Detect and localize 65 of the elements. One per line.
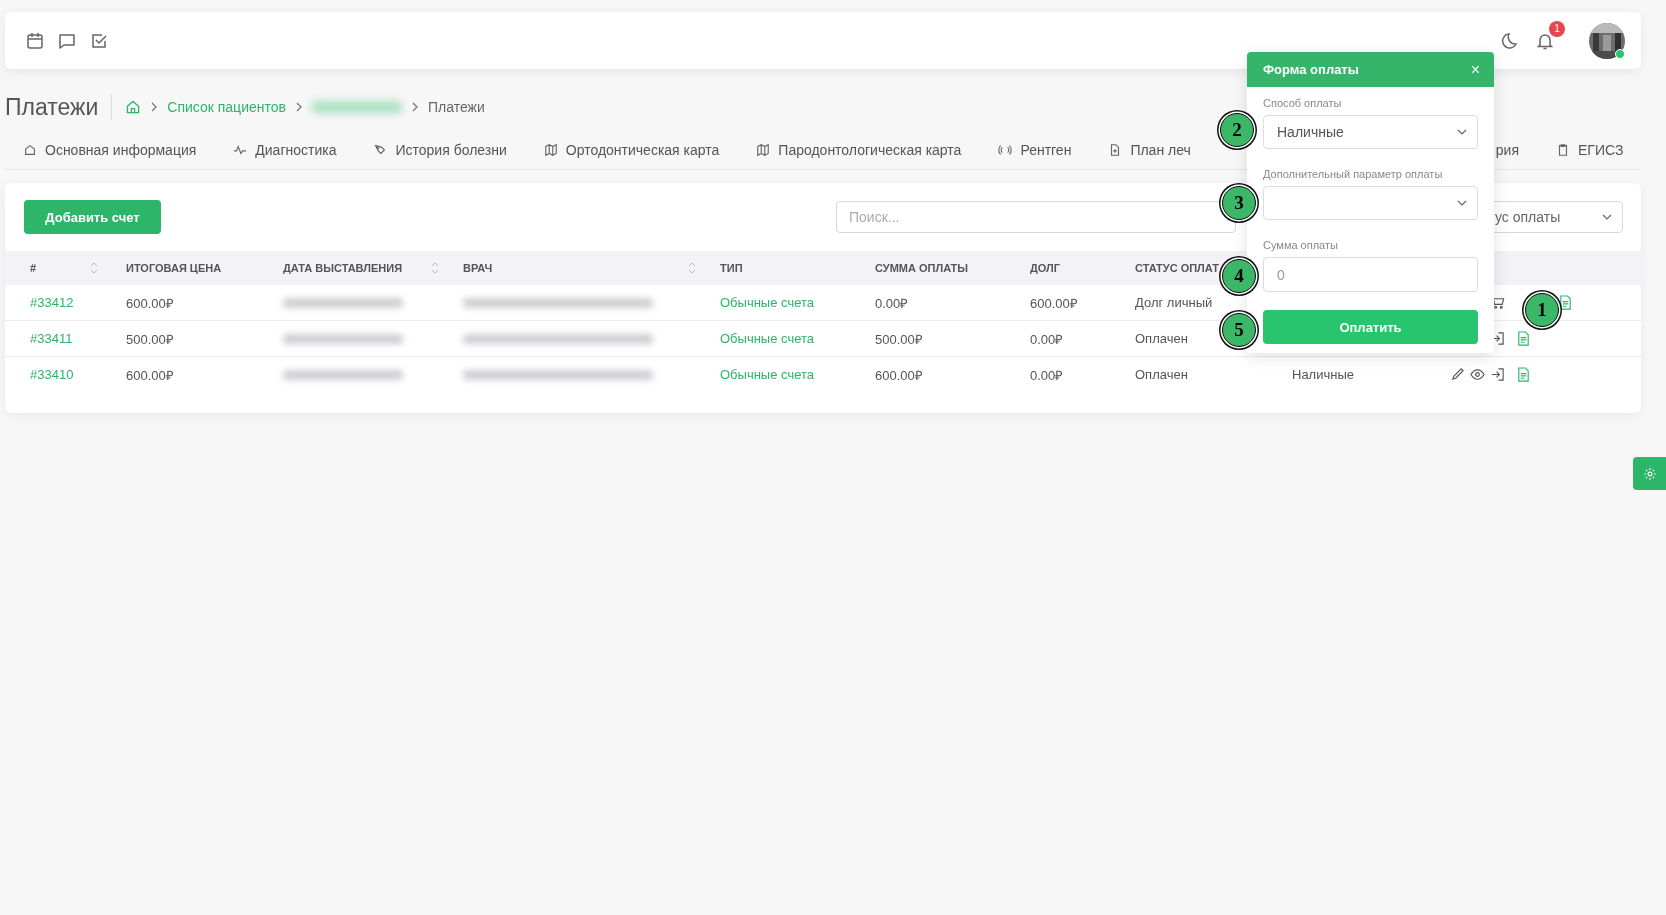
- field-label: Дополнительный параметр оплаты: [1263, 168, 1444, 180]
- tab[interactable]: Пародонтологическая карта: [756, 142, 962, 158]
- column-header: ДАТА ВЫСТАВЛЕНИЯ: [283, 262, 403, 274]
- login-icon[interactable]: [1490, 367, 1505, 382]
- search-field[interactable]: Поиск...: [836, 201, 1236, 233]
- field-label: Сумма оплаты: [1263, 239, 1339, 251]
- page-title: Платежи: [5, 93, 99, 121]
- column-header: ВРАЧ: [463, 262, 493, 274]
- table-cell: 600.00₽: [126, 295, 174, 311]
- payment-method-select[interactable]: Наличные: [1263, 115, 1478, 149]
- table-cell: 600.00₽: [1030, 295, 1078, 311]
- table-cell: 0.00₽: [1030, 367, 1064, 383]
- home-icon: [23, 143, 37, 157]
- tab[interactable]: История болезни: [373, 142, 507, 158]
- column-header: ДОЛГ: [1030, 262, 1061, 274]
- column-header: #: [30, 262, 37, 274]
- signal-icon: [998, 143, 1013, 157]
- calendar-icon[interactable]: [25, 30, 45, 51]
- column-header: ТИП: [720, 262, 743, 274]
- tab[interactable]: Диагностика: [233, 142, 337, 158]
- chevron-icon: [410, 102, 419, 112]
- chevron-down-icon: [1457, 200, 1467, 206]
- table-cell: 0.00₽: [875, 295, 909, 311]
- map-icon: [756, 143, 771, 157]
- column-header: ИТОГОВАЯ ЦЕНА: [126, 262, 222, 274]
- column-header: СТАТУС ОПЛАТ: [1135, 262, 1219, 274]
- column-header: СУММА ОПЛАТЫ: [875, 262, 969, 274]
- chevron-icon: [294, 102, 303, 112]
- callout-marker: 4: [1222, 259, 1256, 293]
- callout-marker: 1: [1525, 293, 1559, 327]
- chevron-icon: [150, 102, 159, 112]
- tab[interactable]: План леч: [1108, 142, 1191, 158]
- table-cell: 500.00₽: [126, 331, 174, 347]
- chevron-down-icon: [1602, 214, 1612, 220]
- settings-icon: [1642, 466, 1657, 481]
- table-cell: Оплачен: [1135, 367, 1188, 382]
- clipboard-icon: [1556, 143, 1570, 157]
- table-cell: 600.00₽: [875, 367, 923, 383]
- pencil-icon[interactable]: [1450, 367, 1465, 382]
- tab[interactable]: ЕГИСЗ: [1556, 142, 1624, 158]
- table-cell: Оплачен: [1135, 331, 1188, 346]
- pulse-icon: [233, 143, 248, 157]
- table-cell: Наличные: [1292, 367, 1354, 382]
- table-cell: 500.00₽: [875, 331, 923, 347]
- table-cell: Долг личный: [1135, 295, 1213, 310]
- table-cell: 0.00₽: [1030, 331, 1064, 347]
- tab[interactable]: рия: [1495, 142, 1519, 158]
- callout-marker: 5: [1222, 313, 1256, 347]
- callout-marker: 3: [1222, 186, 1256, 220]
- callout-marker: 2: [1220, 113, 1254, 147]
- table-cell: 600.00₽: [126, 367, 174, 383]
- breadcrumb-current: Платежи: [427, 99, 485, 115]
- tab[interactable]: Основная информация: [23, 142, 197, 158]
- tab[interactable]: Ортодонтическая карта: [543, 142, 720, 158]
- pen-icon: [373, 143, 388, 157]
- chevron-down-icon: [1457, 129, 1467, 135]
- amount-field[interactable]: 0: [1263, 257, 1478, 292]
- popup-title: Форма оплаты: [1263, 62, 1359, 77]
- map-icon: [543, 143, 558, 157]
- tab[interactable]: Рентген: [998, 142, 1072, 158]
- online-dot: [1615, 48, 1625, 59]
- eye-icon[interactable]: [1470, 367, 1485, 382]
- field-label: Способ оплаты: [1263, 97, 1343, 109]
- notification-badge: 1: [1549, 20, 1565, 37]
- document-icon[interactable]: [1558, 295, 1573, 310]
